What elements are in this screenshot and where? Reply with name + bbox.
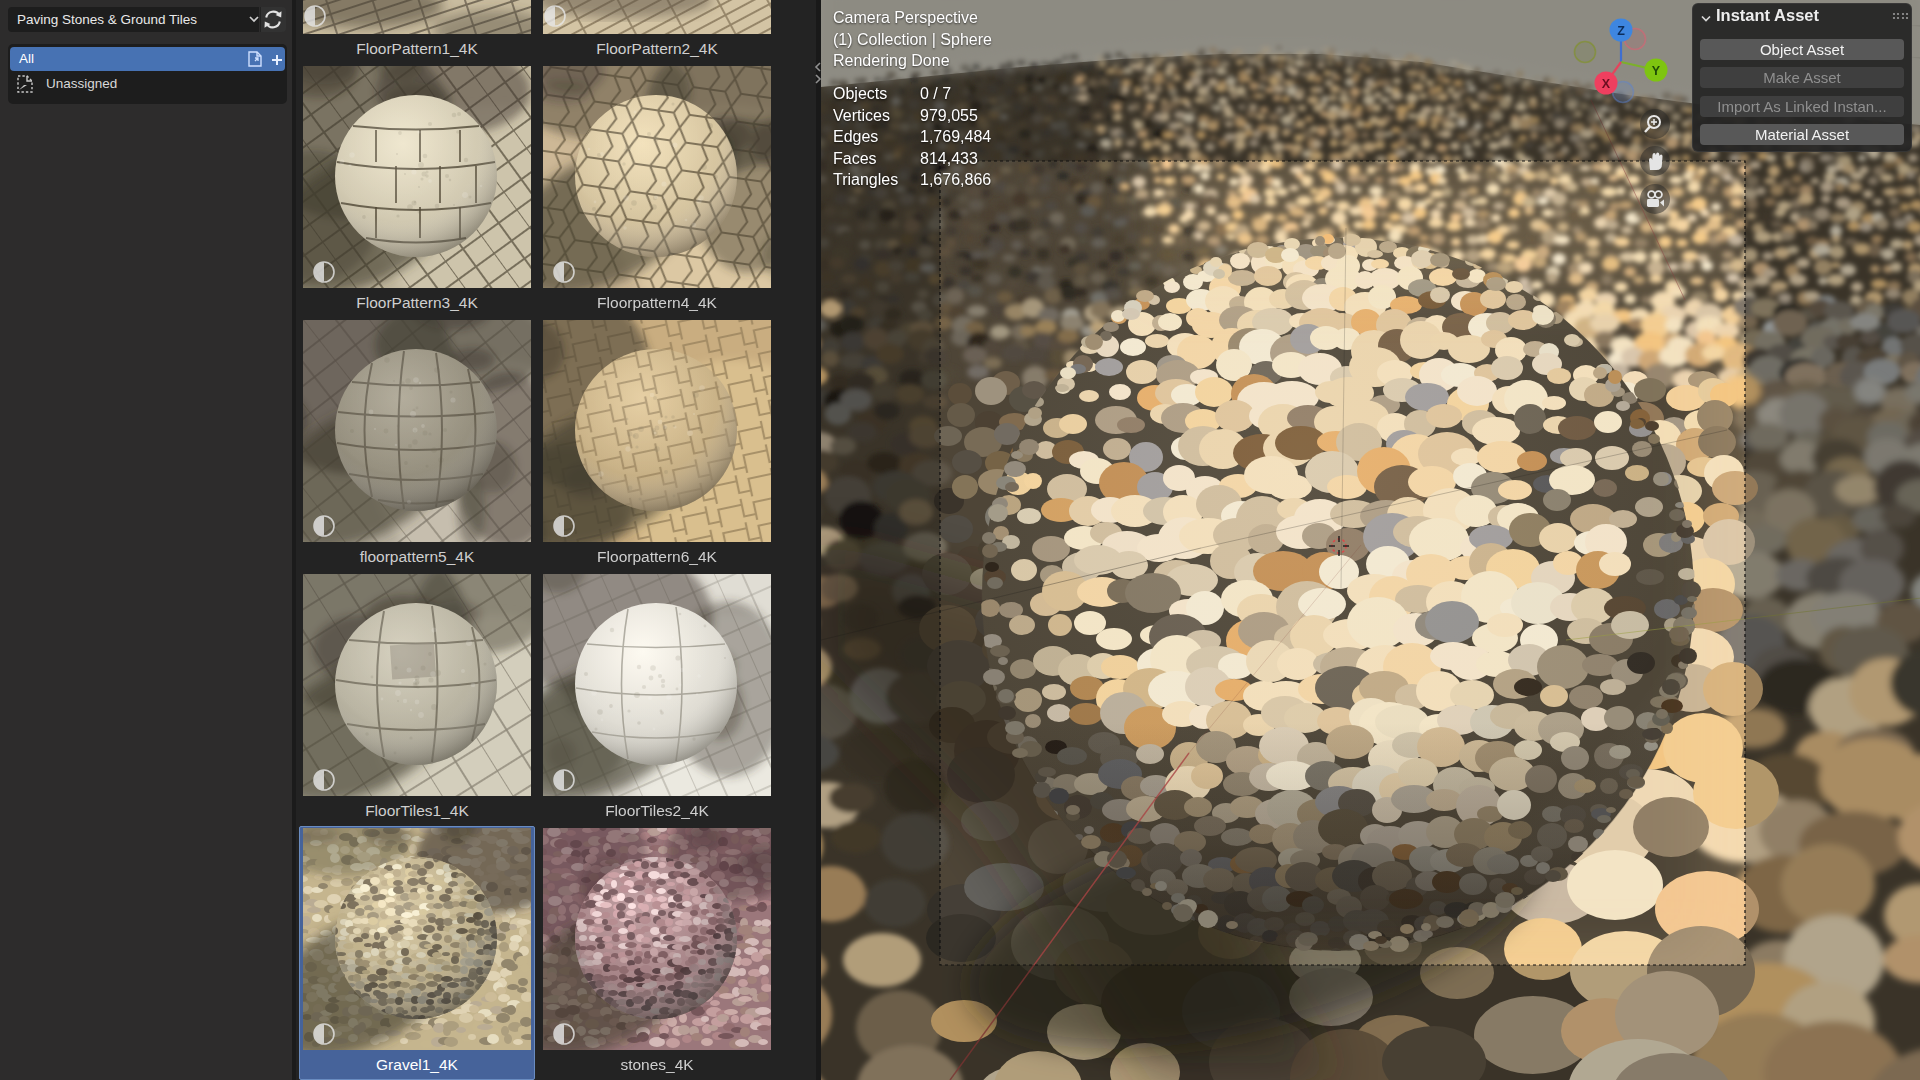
svg-text:Y: Y xyxy=(1652,64,1661,78)
svg-text:Z: Z xyxy=(1617,24,1625,38)
svg-text:X: X xyxy=(1602,77,1611,91)
